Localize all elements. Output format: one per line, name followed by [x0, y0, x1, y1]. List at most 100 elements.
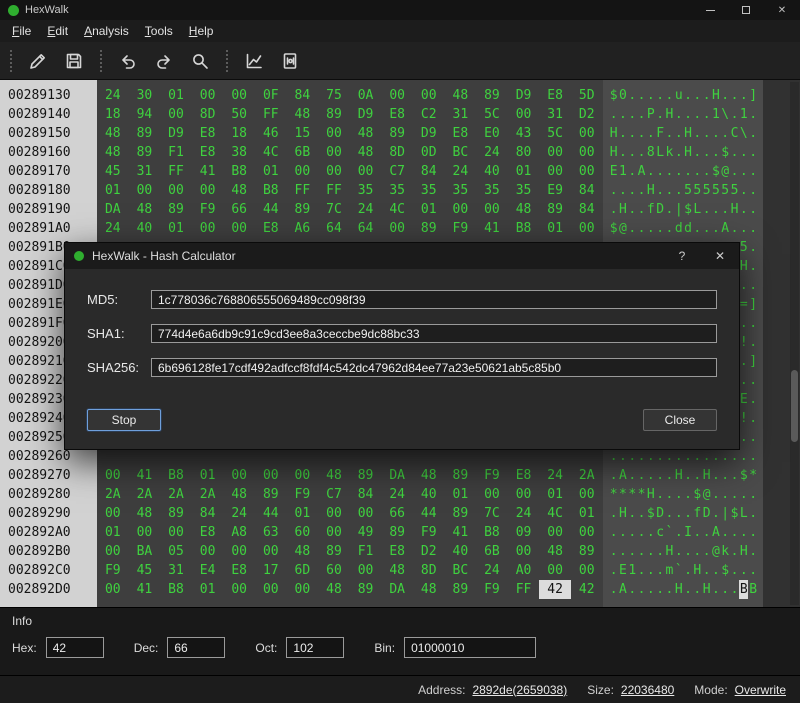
oct-value-input[interactable] [286, 637, 344, 658]
ascii-char[interactable]: 1 [628, 561, 637, 580]
hex-byte[interactable]: 2A [129, 485, 161, 504]
ascii-char[interactable]: . [628, 143, 637, 162]
hex-byte[interactable]: 84 [192, 504, 224, 523]
hex-byte[interactable]: 00 [350, 504, 382, 523]
hex-byte[interactable]: F9 [97, 561, 129, 580]
hex-byte[interactable]: 35 [445, 181, 477, 200]
hex-byte[interactable]: F1 [350, 542, 382, 561]
ascii-char[interactable]: u [674, 86, 683, 105]
ascii-char[interactable]: $ [693, 485, 702, 504]
hex-byte[interactable]: 24 [381, 485, 413, 504]
ascii-char[interactable]: . [730, 143, 739, 162]
dialog-close-button[interactable]: ✕ [701, 243, 739, 269]
hex-byte[interactable]: 89 [160, 200, 192, 219]
ascii-char[interactable]: . [739, 485, 748, 504]
hex-byte[interactable]: 7C [318, 200, 350, 219]
size-value[interactable]: 22036480 [621, 683, 674, 697]
ascii-char[interactable]: . [748, 124, 757, 143]
hex-byte[interactable]: 00 [445, 200, 477, 219]
ascii-char[interactable]: | [674, 200, 683, 219]
ascii-char[interactable]: . [646, 523, 655, 542]
md5-value-input[interactable] [151, 290, 717, 309]
hex-byte[interactable]: 89 [445, 466, 477, 485]
hex-byte[interactable]: 18 [97, 105, 129, 124]
hex-byte[interactable]: 35 [350, 181, 382, 200]
hex-byte[interactable]: 84 [571, 200, 603, 219]
hex-byte[interactable]: 8D [381, 143, 413, 162]
hex-byte[interactable]: 89 [318, 105, 350, 124]
hex-byte[interactable]: 09 [508, 523, 540, 542]
ascii-char[interactable]: L [739, 504, 748, 523]
ascii-char[interactable]: . [683, 561, 692, 580]
hex-byte[interactable]: 40 [413, 485, 445, 504]
ascii-char[interactable]: . [748, 314, 757, 333]
ascii-char[interactable]: E [739, 390, 748, 409]
ascii-char[interactable]: ] [748, 86, 757, 105]
ascii-char[interactable]: . [655, 86, 664, 105]
ascii-char[interactable]: D [655, 200, 664, 219]
ascii-char[interactable]: . [628, 105, 637, 124]
hex-byte[interactable]: 80 [508, 143, 540, 162]
close-dialog-button[interactable]: Close [643, 409, 717, 431]
ascii-char[interactable]: . [628, 181, 637, 200]
hex-byte[interactable]: 00 [255, 466, 287, 485]
hex-byte[interactable]: 45 [97, 162, 129, 181]
ascii-char[interactable]: . [739, 428, 748, 447]
ascii-char[interactable]: I [683, 523, 692, 542]
ascii-char[interactable]: $ [721, 561, 730, 580]
ascii-char[interactable]: . [674, 181, 683, 200]
ascii-char[interactable]: * [628, 485, 637, 504]
hex-byte[interactable]: 00 [381, 219, 413, 238]
hex-byte[interactable]: 89 [413, 219, 445, 238]
hex-byte[interactable]: 48 [413, 580, 445, 599]
ascii-char[interactable]: . [683, 86, 692, 105]
hex-byte[interactable]: 01 [160, 219, 192, 238]
hex-byte[interactable]: 84 [571, 181, 603, 200]
ascii-char[interactable]: . [702, 523, 711, 542]
ascii-char[interactable]: d [674, 219, 683, 238]
ascii-char[interactable]: 0 [618, 86, 627, 105]
hex-byte[interactable]: 84 [413, 162, 445, 181]
hex-byte[interactable]: 00 [571, 485, 603, 504]
ascii-char[interactable]: 1 [711, 105, 720, 124]
ascii-char[interactable]: . [693, 162, 702, 181]
hex-byte[interactable]: 89 [129, 124, 161, 143]
hex-byte[interactable]: 4C [539, 504, 571, 523]
hex-byte[interactable]: 00 [571, 124, 603, 143]
ascii-char[interactable]: H [683, 143, 692, 162]
ascii-char[interactable]: . [646, 466, 655, 485]
hex-byte[interactable]: F9 [192, 200, 224, 219]
ascii-char[interactable]: . [609, 580, 618, 599]
hex-byte[interactable]: 00 [318, 162, 350, 181]
hex-byte[interactable]: 31 [539, 105, 571, 124]
ascii-char[interactable]: . [665, 162, 674, 181]
hex-byte[interactable]: BC [445, 143, 477, 162]
hex-value-input[interactable] [46, 637, 104, 658]
ascii-char[interactable]: . [711, 466, 720, 485]
hex-byte[interactable]: 01 [539, 219, 571, 238]
hex-byte[interactable]: 00 [318, 124, 350, 143]
ascii-char[interactable]: . [739, 219, 748, 238]
ascii-char[interactable]: . [609, 200, 618, 219]
hex-byte[interactable]: 00 [160, 105, 192, 124]
ascii-char[interactable]: . [618, 105, 627, 124]
ascii-char[interactable]: 1 [618, 162, 627, 181]
ascii-char[interactable]: . [655, 162, 664, 181]
mode-value[interactable]: Overwrite [735, 683, 786, 697]
hex-byte[interactable]: 48 [287, 542, 319, 561]
hex-byte[interactable]: A6 [287, 219, 319, 238]
hex-byte[interactable]: 24 [476, 561, 508, 580]
hex-byte[interactable]: C7 [381, 162, 413, 181]
ascii-char[interactable]: . [748, 371, 757, 390]
ascii-char[interactable]: . [702, 561, 711, 580]
ascii-char[interactable]: . [721, 580, 730, 599]
hex-byte[interactable]: 4C [381, 200, 413, 219]
ascii-char[interactable]: ! [739, 409, 748, 428]
ascii-char[interactable]: . [748, 105, 757, 124]
hex-byte[interactable]: 00 [160, 181, 192, 200]
ascii-char[interactable]: ` [674, 561, 683, 580]
ascii-char[interactable]: D [655, 504, 664, 523]
hex-byte[interactable]: 00 [381, 86, 413, 105]
ascii-char[interactable]: . [693, 105, 702, 124]
hex-byte[interactable]: 60 [287, 523, 319, 542]
